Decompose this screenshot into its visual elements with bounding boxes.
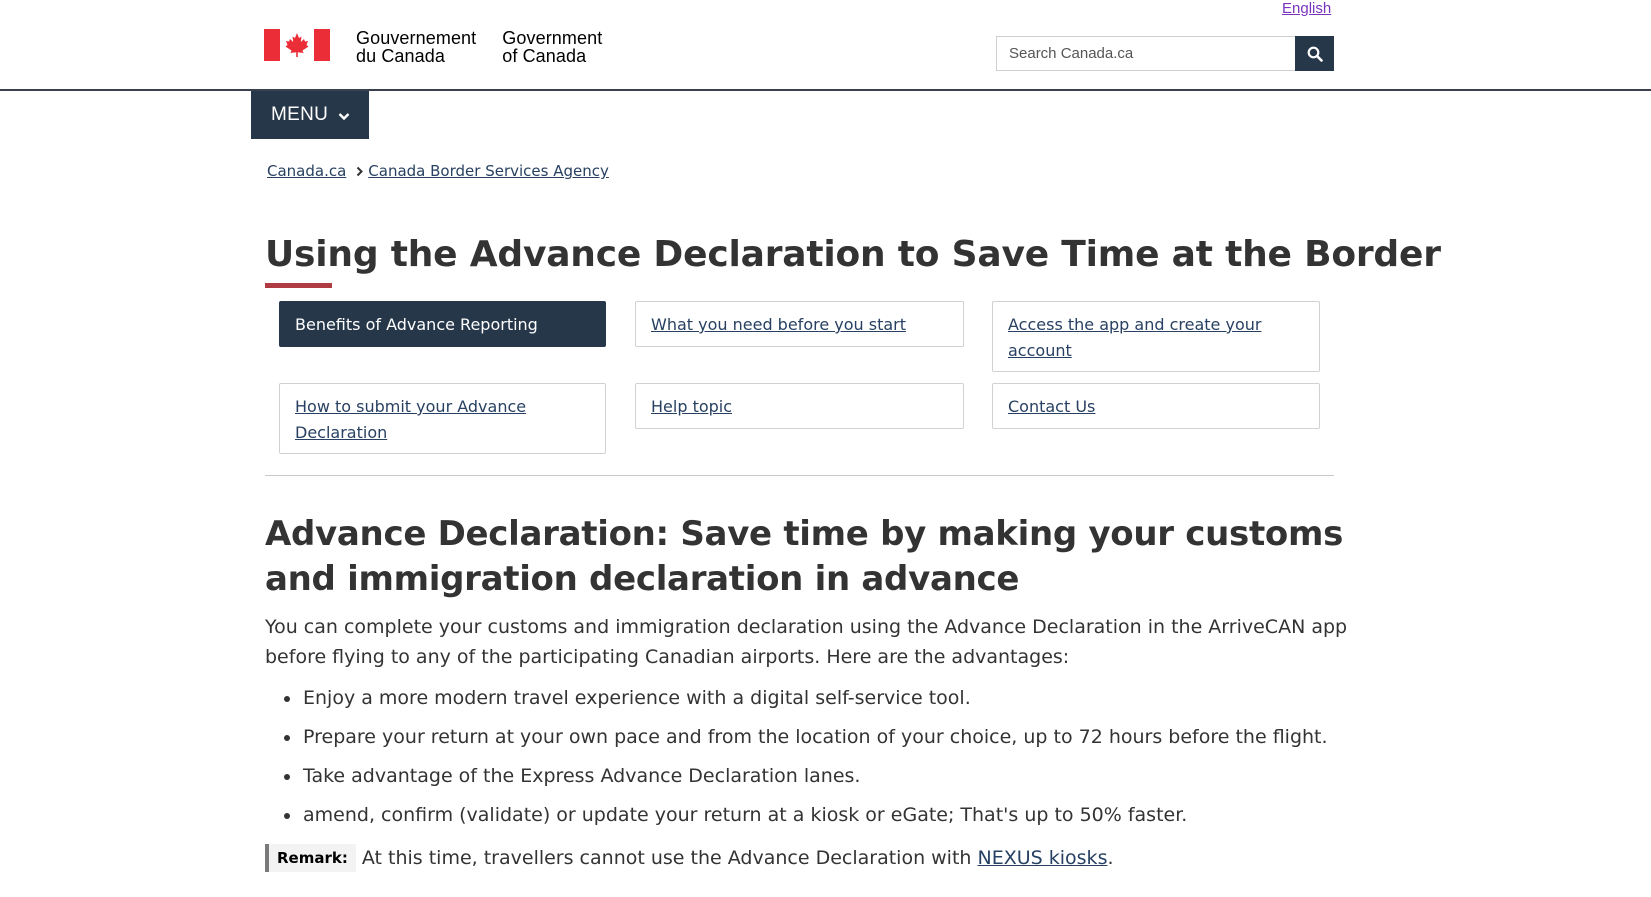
- maple-leaf-icon: [285, 33, 309, 57]
- breadcrumb: Canada.ca Canada Border Services Agency: [267, 162, 609, 180]
- nav-card-access-app[interactable]: Access the app and create your account: [992, 301, 1320, 372]
- nav-card-link[interactable]: Help topic: [651, 397, 732, 416]
- page-title: Using the Advance Declaration to Save Ti…: [265, 234, 1441, 275]
- search-icon: [1307, 46, 1323, 62]
- nav-card-link[interactable]: What you need before you start: [651, 315, 906, 334]
- canada-flag-icon: [264, 29, 330, 61]
- chevron-down-icon: [338, 112, 350, 120]
- nav-card-link[interactable]: How to submit your Advance Declaration: [295, 397, 526, 442]
- header-divider: [0, 89, 1651, 91]
- section-divider: [265, 475, 1334, 476]
- remark-label: Remark:: [265, 844, 356, 872]
- search-input[interactable]: [996, 36, 1295, 71]
- main-menu-button[interactable]: MENU: [251, 91, 369, 139]
- breadcrumb-cbsa[interactable]: Canada Border Services Agency: [368, 162, 609, 180]
- gov-name-french: Gouvernement du Canada: [356, 28, 477, 66]
- advantages-list: Enjoy a more modern travel experience wi…: [284, 683, 1328, 839]
- nexus-kiosks-link[interactable]: NEXUS kiosks: [978, 847, 1108, 869]
- remark-text: At this time, travellers cannot use the …: [361, 847, 972, 869]
- nav-card-benefits[interactable]: Benefits of Advance Reporting: [279, 301, 606, 347]
- search-button[interactable]: [1295, 36, 1334, 71]
- language-toggle-link[interactable]: English: [1282, 0, 1331, 17]
- nav-card-contact-us[interactable]: Contact Us: [992, 383, 1320, 429]
- list-item: Prepare your return at your own pace and…: [284, 722, 1328, 752]
- list-item: Enjoy a more modern travel experience wi…: [284, 683, 1328, 713]
- chevron-right-icon: [356, 166, 364, 177]
- intro-paragraph: You can complete your customs and immigr…: [265, 616, 1348, 668]
- title-underline: [265, 283, 332, 288]
- nav-card-how-to-submit[interactable]: How to submit your Advance Declaration: [279, 383, 606, 454]
- nav-card-help-topic[interactable]: Help topic: [635, 383, 964, 429]
- remark-note: Remark: At this time, travellers cannot …: [265, 844, 1114, 872]
- nav-card-link[interactable]: Access the app and create your account: [1008, 315, 1261, 360]
- list-item: amend, confirm (validate) or update your…: [284, 800, 1328, 830]
- remark-end: .: [1107, 847, 1114, 869]
- list-item: Take advantage of the Express Advance De…: [284, 761, 1328, 791]
- menu-label: MENU: [271, 104, 329, 125]
- gov-name-english: Government of Canada: [502, 28, 603, 66]
- site-search: [996, 36, 1334, 71]
- section-heading: Advance Declaration: Save time by making…: [265, 514, 1344, 599]
- nav-card-label: Benefits of Advance Reporting: [295, 315, 538, 334]
- gov-canada-signature[interactable]: Gouvernement du Canada Government of Can…: [264, 29, 602, 65]
- nav-card-what-you-need[interactable]: What you need before you start: [635, 301, 964, 347]
- breadcrumb-canada[interactable]: Canada.ca: [267, 162, 346, 180]
- nav-card-link[interactable]: Contact Us: [1008, 397, 1095, 416]
